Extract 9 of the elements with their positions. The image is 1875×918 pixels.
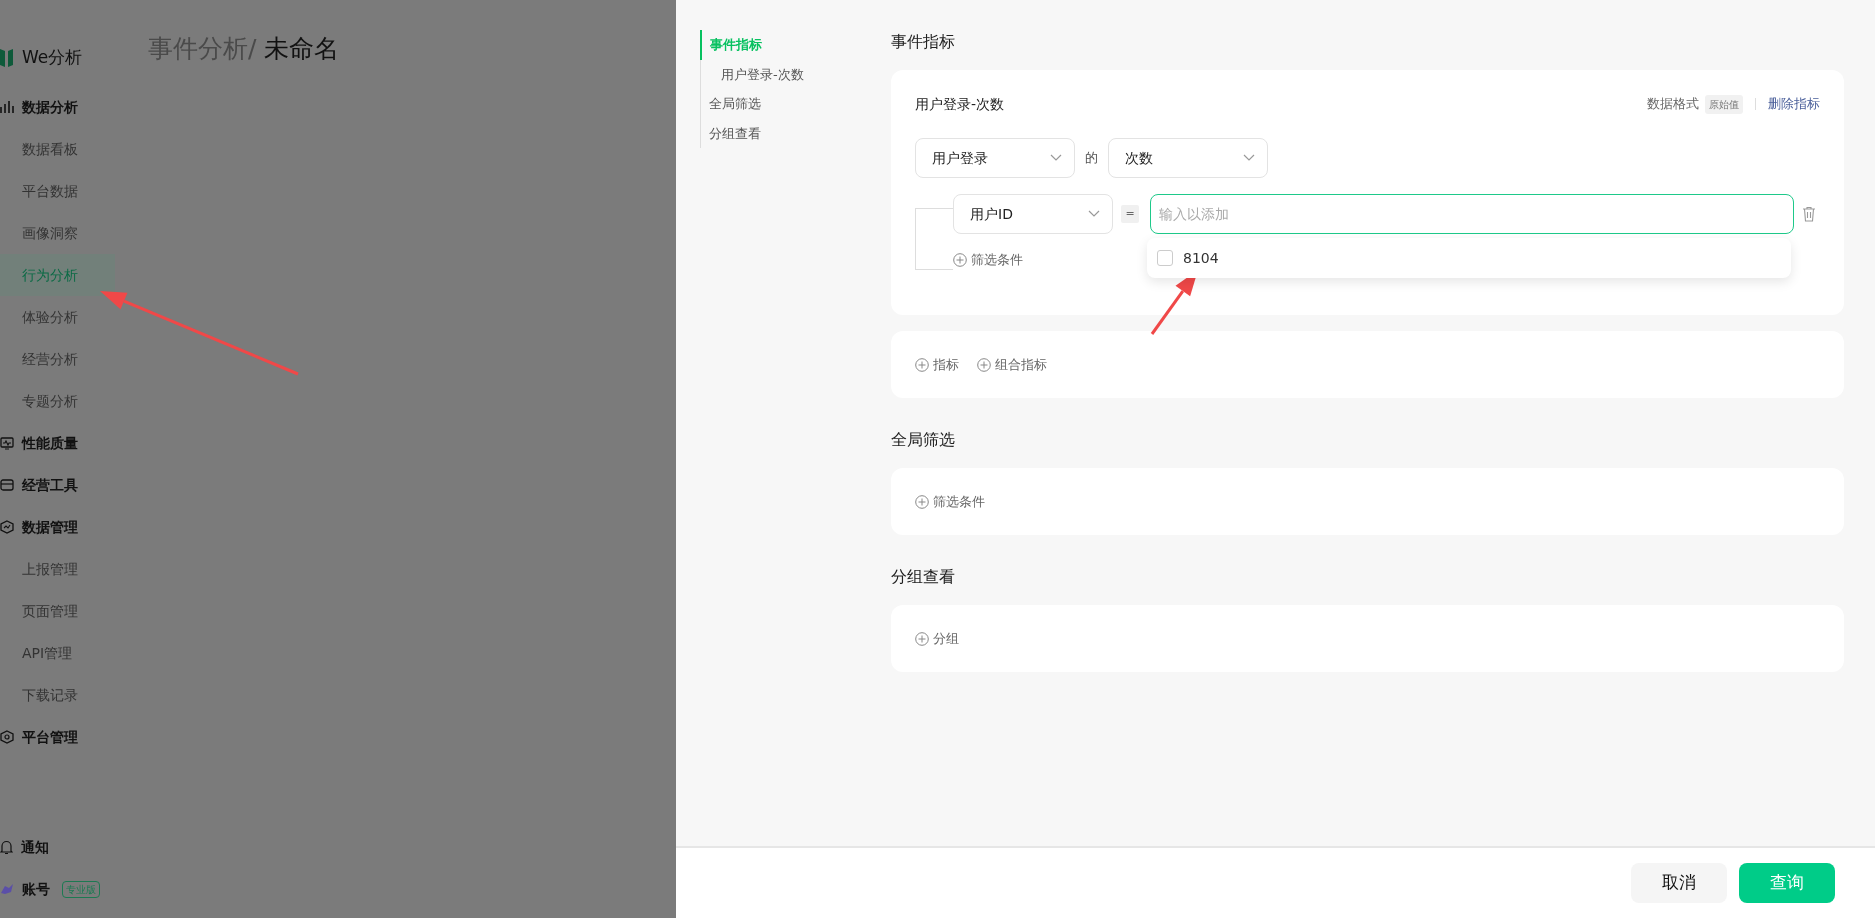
- section-title: 全局筛选: [891, 429, 956, 451]
- section-title: 事件指标: [891, 31, 956, 53]
- page-title: 未命名: [264, 34, 340, 63]
- connector-text: 的: [1085, 149, 1098, 168]
- format-label: 数据格式: [1647, 95, 1699, 114]
- plan-badge: 专业版: [62, 880, 100, 898]
- app-logo-text: We分析: [22, 46, 83, 70]
- section-title: 分组查看: [891, 566, 956, 588]
- metric-name: 用户登录-次数: [915, 94, 1005, 114]
